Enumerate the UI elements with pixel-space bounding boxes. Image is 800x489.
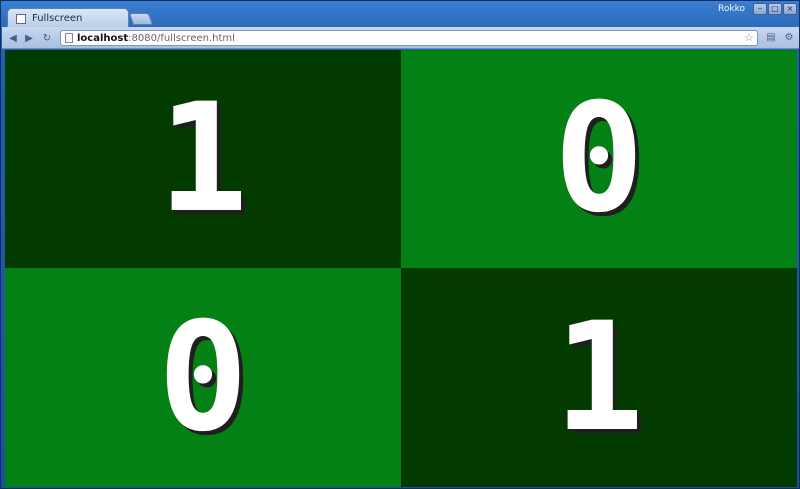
url-path: :8080/fullscreen.html: [128, 32, 235, 44]
forward-arrow-icon[interactable]: ▶: [22, 32, 36, 45]
digit-label: 1: [553, 290, 645, 465]
browser-window: Fullscreen Rokko – □ × ◀ ▶ ↻ localhost :…: [0, 0, 800, 489]
grid-cell: 1: [401, 268, 797, 487]
page-menu-icon[interactable]: ▤: [764, 32, 778, 44]
digit-label: 0: [553, 72, 645, 246]
grid-cell: 1: [5, 50, 401, 268]
page-favicon-icon: [16, 13, 26, 24]
wrench-menu-icon[interactable]: ⚙: [782, 32, 796, 44]
profile-name: Rokko: [718, 4, 745, 14]
address-bar[interactable]: localhost :8080/fullscreen.html ☆: [60, 30, 758, 46]
reload-icon[interactable]: ↻: [40, 32, 54, 45]
browser-toolbar: ◀ ▶ ↻ localhost :8080/fullscreen.html ☆ …: [2, 27, 799, 49]
url-host: localhost: [77, 32, 129, 44]
maximize-button[interactable]: □: [768, 3, 782, 15]
new-tab-button[interactable]: [128, 13, 154, 25]
close-button[interactable]: ×: [783, 3, 797, 15]
tab-fullscreen[interactable]: Fullscreen: [7, 8, 129, 28]
page-icon: [65, 33, 73, 43]
grid-cell: 0: [5, 268, 401, 487]
digit-label: 1: [157, 72, 249, 246]
tab-title: Fullscreen: [32, 13, 83, 24]
title-bar: Fullscreen Rokko – □ ×: [1, 1, 799, 28]
grid-cell: 0: [401, 50, 797, 268]
back-arrow-icon[interactable]: ◀: [6, 32, 20, 45]
bookmark-star-icon[interactable]: ☆: [744, 31, 754, 44]
page-content: 1 0 0 1: [5, 50, 797, 487]
digit-label: 0: [157, 290, 249, 465]
minimize-button[interactable]: –: [753, 3, 767, 15]
